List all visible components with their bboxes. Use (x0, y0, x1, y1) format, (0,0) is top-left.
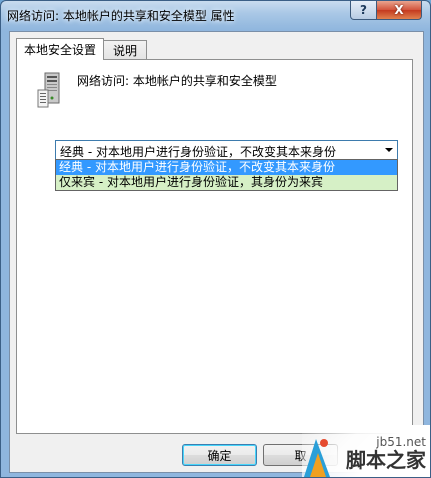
server-icon (37, 72, 60, 108)
option-guest-only[interactable]: 仅来宾 - 对本地用户进行身份验证，其身份为来宾 (56, 175, 397, 190)
watermark: jb51.net 脚本之家 (302, 425, 430, 477)
watermark-name: 脚本之家 (346, 448, 426, 472)
option-classic[interactable]: 经典 - 对本地用户进行身份验证，不改变其本来身份 (56, 160, 397, 175)
tab-explain[interactable]: 说明 (103, 40, 147, 60)
security-model-dropdown-list: 经典 - 对本地用户进行身份验证，不改变其本来身份 仅来宾 - 对本地用户进行身… (55, 159, 398, 191)
security-model-select[interactable]: 经典 - 对本地用户进行身份验证，不改变其本来身份 (55, 140, 398, 160)
dialog-client: 本地安全设置 说明 网络访问: 本地帐户的共享和安全模型 经典 - 对本地用户进… (9, 31, 424, 473)
select-value: 经典 - 对本地用户进行身份验证，不改变其本来身份 (60, 145, 336, 159)
tab-panel: 网络访问: 本地帐户的共享和安全模型 经典 - 对本地用户进行身份验证，不改变其… (16, 59, 413, 434)
ok-button[interactable]: 确定 (182, 444, 257, 466)
properties-window: 网络访问: 本地帐户的共享和安全模型 属性 ? X 本地安全设置 说明 网络访问… (0, 0, 431, 478)
help-button[interactable]: ? (350, 1, 377, 20)
close-button[interactable]: X (376, 1, 422, 20)
window-title: 网络访问: 本地帐户的共享和安全模型 属性 (7, 9, 235, 23)
chevron-down-icon[interactable] (385, 148, 393, 152)
policy-heading: 网络访问: 本地帐户的共享和安全模型 (77, 74, 277, 88)
watermark-logo (304, 439, 330, 477)
tab-local-security-setting[interactable]: 本地安全设置 (16, 38, 104, 60)
